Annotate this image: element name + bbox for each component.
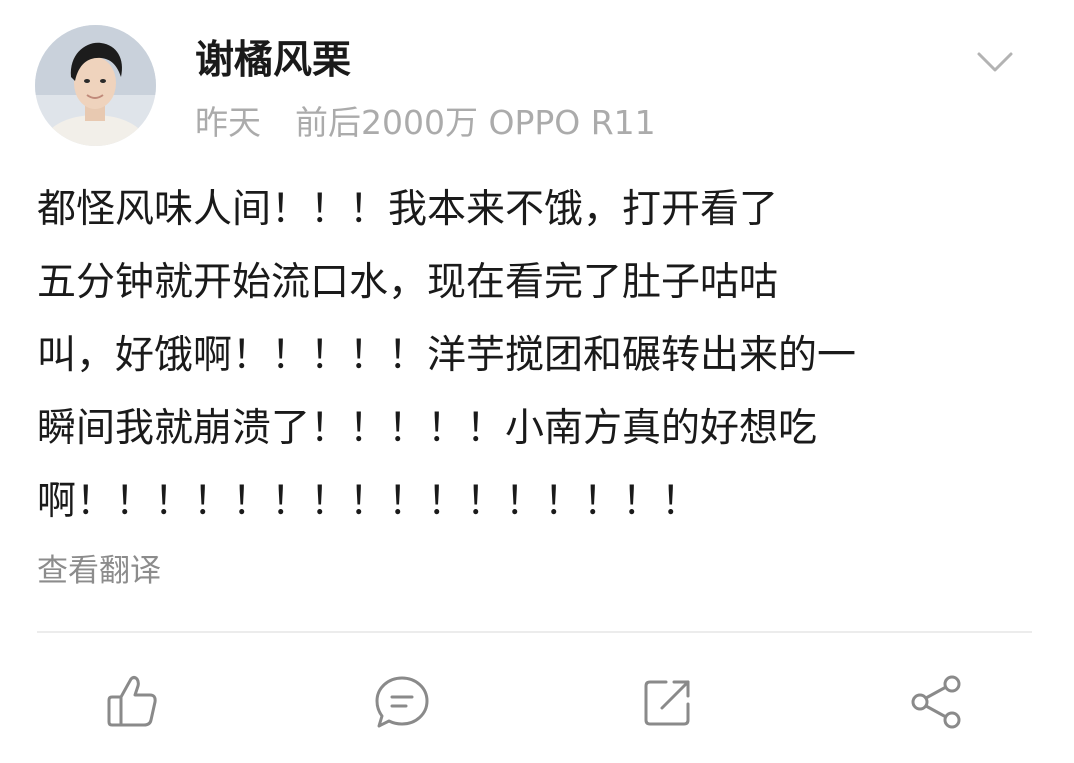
post-menu-button[interactable] (975, 48, 1015, 76)
post-source: 前后2000万 OPPO R11 (295, 103, 656, 142)
post-content: 都怪风味人间！！！我本来不饿，打开看了 五分钟就开始流口水，现在看完了肚子咕咕 … (37, 173, 1037, 538)
content-line: 五分钟就开始流口水，现在看完了肚子咕咕 (37, 260, 779, 305)
repost-button[interactable] (638, 670, 698, 734)
share-button[interactable] (906, 670, 966, 734)
repost-icon (644, 680, 690, 726)
post-meta: 昨天 前后2000万 OPPO R11 (195, 103, 656, 143)
comment-icon (375, 676, 429, 728)
view-translation-link[interactable]: 查看翻译 (37, 549, 161, 593)
content-line: 瞬间我就崩溃了！！！！！小南方真的好想吃 (37, 406, 818, 451)
divider (37, 631, 1032, 633)
author-name[interactable]: 谢橘风栗 (195, 36, 351, 86)
author-avatar[interactable] (35, 25, 156, 146)
content-line: 叫，好饿啊！！！！！洋芋搅团和碾转出来的一 (37, 333, 857, 378)
weibo-post: 谢橘风栗 昨天 前后2000万 OPPO R11 都怪风味人间！！！我本来不饿，打… (0, 0, 1074, 763)
comment-button[interactable] (372, 670, 432, 734)
action-bar (0, 670, 1074, 740)
share-icon (911, 675, 961, 729)
thumbs-up-icon (107, 676, 157, 727)
post-time: 昨天 (195, 103, 261, 142)
content-line: 都怪风味人间！！！我本来不饿，打开看了 (37, 187, 779, 232)
user-avatar-icon (35, 25, 156, 146)
chevron-down-icon (977, 52, 1013, 72)
like-button[interactable] (102, 670, 162, 734)
content-line: 啊！！！！！！！！！！！！！！！！ (37, 479, 701, 524)
